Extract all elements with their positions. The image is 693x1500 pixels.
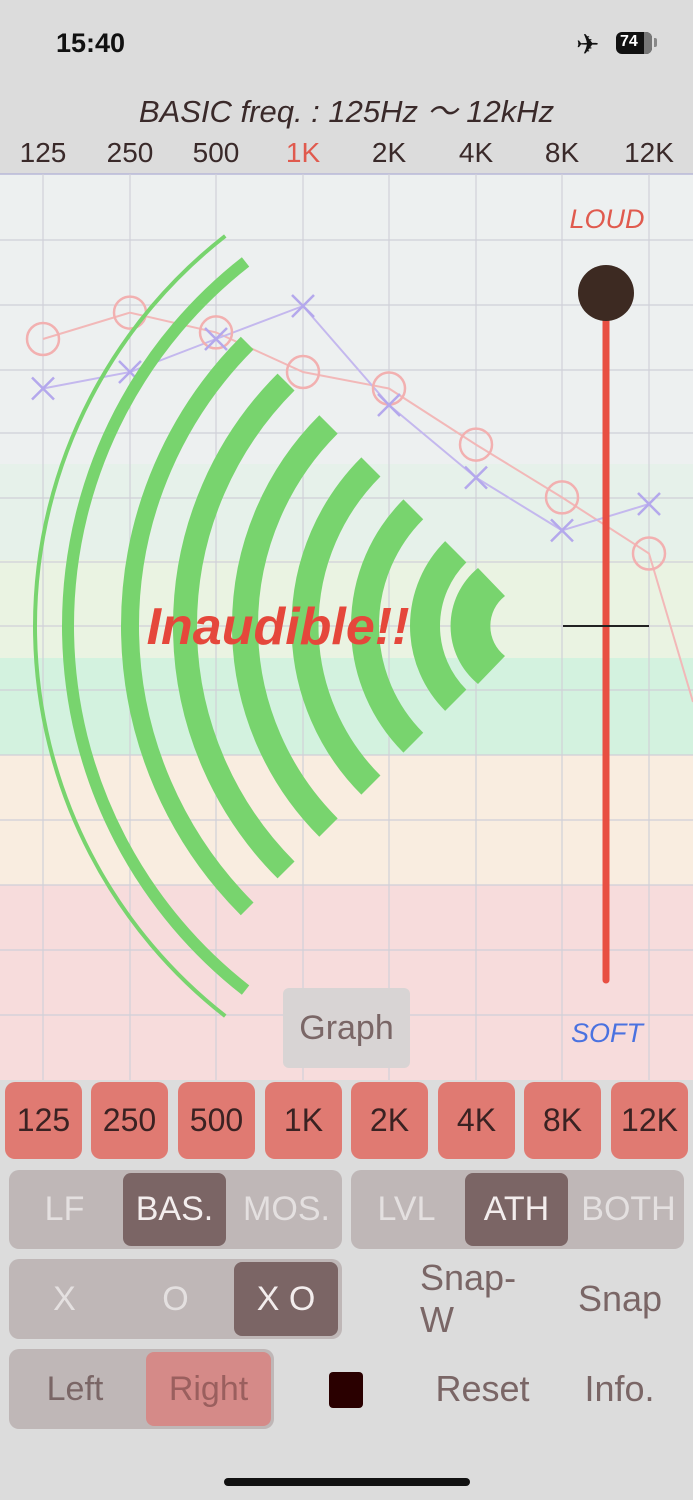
axis-label-125[interactable]: 125 [20, 137, 67, 168]
axis-label-12k[interactable]: 12K [624, 137, 674, 168]
inaudible-message: Inaudible!! [147, 598, 410, 656]
ear-right[interactable]: Right [146, 1352, 271, 1426]
axis-label-8k[interactable]: 8K [545, 137, 580, 168]
axis-label-1k[interactable]: 1K [286, 137, 321, 168]
snap-button[interactable]: Snap [570, 1260, 670, 1338]
info-button[interactable]: Info. [572, 1350, 667, 1428]
axis-label-500[interactable]: 500 [193, 137, 240, 168]
freq-button-8k[interactable]: 8K [524, 1082, 601, 1159]
mark-x[interactable]: X [9, 1259, 120, 1339]
freq-button-250[interactable]: 250 [91, 1082, 168, 1159]
freq-button-125[interactable]: 125 [5, 1082, 82, 1159]
volume-slider-knob[interactable] [578, 265, 634, 321]
color-swatch[interactable] [329, 1372, 363, 1408]
hearing-graph[interactable]: 125 250 500 1K 2K 4K 8K 12K LOUD SOFT Inaudible… [0, 0, 693, 1080]
loud-label: LOUD [569, 204, 644, 234]
type-lvl[interactable]: LVL [351, 1170, 462, 1249]
freq-button-2k[interactable]: 2K [351, 1082, 428, 1159]
freq-button-4k[interactable]: 4K [438, 1082, 515, 1159]
mark-o[interactable]: O [120, 1259, 231, 1339]
type-both[interactable]: BOTH [573, 1170, 684, 1249]
soft-label: SOFT [571, 1018, 646, 1048]
freq-button-500[interactable]: 500 [178, 1082, 255, 1159]
mode-lf[interactable]: LF [9, 1170, 120, 1249]
mark-segmented-control: X O X O [9, 1259, 342, 1339]
home-indicator [224, 1478, 470, 1486]
axis-label-2k[interactable]: 2K [372, 137, 407, 168]
reset-button[interactable]: Reset [425, 1350, 540, 1428]
graph-button[interactable]: Graph [283, 988, 410, 1068]
freq-button-1k[interactable]: 1K [265, 1082, 342, 1159]
type-ath[interactable]: ATH [465, 1173, 568, 1246]
axis-label-250[interactable]: 250 [107, 137, 154, 168]
snap-w-button[interactable]: Snap-W [420, 1257, 545, 1340]
ear-segmented-control: Left Right [9, 1349, 274, 1429]
mode-segmented-control: LF BAS. MOS. [9, 1170, 342, 1249]
mode-mos[interactable]: MOS. [231, 1170, 342, 1249]
ear-left[interactable]: Left [9, 1349, 141, 1429]
frequency-buttons: 125 250 500 1K 2K 4K 8K 12K [0, 1082, 693, 1160]
axis-label-4k[interactable]: 4K [459, 137, 494, 168]
freq-button-12k[interactable]: 12K [611, 1082, 688, 1159]
mode-basic[interactable]: BAS. [123, 1173, 226, 1246]
type-segmented-control: LVL ATH BOTH [351, 1170, 684, 1249]
mark-xo[interactable]: X O [234, 1262, 338, 1336]
frequency-axis[interactable]: 125 250 500 1K 2K 4K 8K 12K [20, 137, 675, 168]
